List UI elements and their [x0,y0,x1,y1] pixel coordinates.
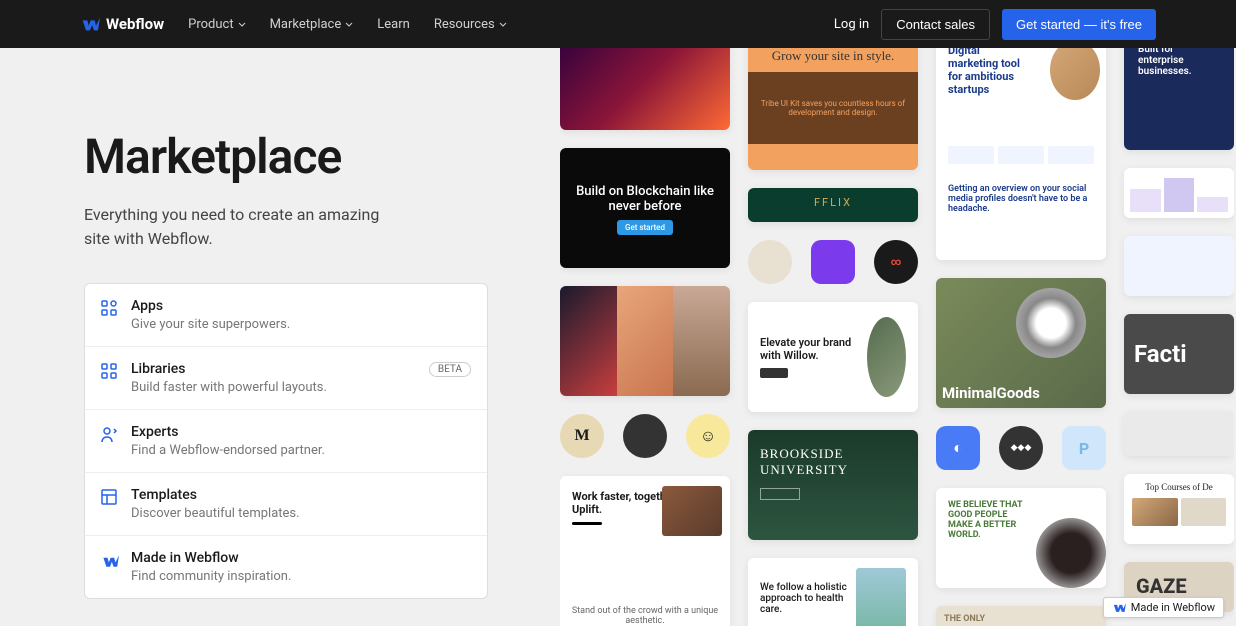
card-title: Apps [131,298,163,314]
tile-enterprise[interactable]: Built for enterprise businesses. [1124,48,1234,150]
gallery-col-4: Built for enterprise businesses. Facti T… [1124,48,1234,626]
tile-grow[interactable]: Grow your site in style. Tribe UI Kit sa… [748,48,918,170]
made-in-webflow-badge[interactable]: Made in Webflow [1103,597,1224,618]
tile-gradient[interactable] [560,48,730,130]
nav-product[interactable]: Product [188,17,245,32]
tile-brookside[interactable]: BROOKSIDE UNIVERSITY [748,430,918,540]
contact-sales-button[interactable]: Contact sales [881,9,990,40]
brand-name: Webflow [106,15,164,33]
login-link[interactable]: Log in [834,17,869,32]
card-title: Experts [131,424,178,440]
libraries-icon [101,363,119,381]
tile-generic[interactable] [1124,236,1234,296]
get-started-button[interactable]: Get started — it's free [1002,9,1156,40]
tile-uplift[interactable]: Work faster, together with Uplift. Stand… [560,476,730,626]
webflow-logo-icon [80,17,100,31]
tile-factions[interactable]: Facti [1124,314,1234,394]
card-libraries[interactable]: Libraries BETA Build faster with powerfu… [85,347,487,410]
webflow-icon [1112,603,1126,612]
experts-icon [101,426,119,444]
gauge-icon[interactable]: ◐ [936,426,980,470]
gallery-col-1: Build on Blockchain like never before Ge… [560,48,730,626]
chevron-down-icon [238,22,246,27]
nav-resources[interactable]: Resources [434,17,507,32]
left-column: Marketplace Everything you need to creat… [0,48,520,626]
navbar: Webflow Product Marketplace Learn Resour… [0,0,1236,48]
icon-row: ◐ ◆◆◆ P [936,426,1106,470]
page-title: Marketplace [84,128,500,185]
nav-marketplace[interactable]: Marketplace [270,17,354,32]
card-made-in-webflow[interactable]: Made in Webflow Find community inspirati… [85,536,487,598]
webflow-icon [101,552,119,570]
templates-icon [101,489,119,507]
card-desc: Find community inspiration. [131,569,471,584]
gallery: Build on Blockchain like never before Ge… [560,48,1234,626]
avatar[interactable] [623,414,667,458]
category-list: Apps Give your site superpowers. Librari… [84,283,488,599]
avatar-row: M ☺ [560,414,730,458]
chevron-down-icon [345,22,353,27]
nav-learn[interactable]: Learn [377,17,410,32]
tile-willow[interactable]: Elevate your brand with Willow. [748,302,918,412]
card-title: Templates [131,487,197,503]
tile-triple-img[interactable] [560,286,730,396]
gallery-col-2: Grow your site in style. Tribe UI Kit sa… [748,48,918,626]
nav-right: Log in Contact sales Get started — it's … [834,9,1156,40]
tile-marketing[interactable]: Digital marketing tool for ambitious sta… [936,48,1106,260]
tile-only[interactable]: THE ONLY [936,606,1106,626]
avatar[interactable]: M [560,414,604,458]
card-experts[interactable]: Experts Find a Webflow-endorsed partner. [85,410,487,473]
tile-blockchain[interactable]: Build on Blockchain like never before Ge… [560,148,730,268]
app-icon[interactable]: ∞ [874,240,918,284]
main: Marketplace Everything you need to creat… [0,48,1236,626]
card-desc: Build faster with powerful layouts. [131,380,471,395]
page-subtitle: Everything you need to create an amazing… [84,203,384,251]
card-apps[interactable]: Apps Give your site superpowers. [85,284,487,347]
tile-believe[interactable]: WE BELIEVE THAT GOOD PEOPLE MAKE A BETTE… [936,488,1106,588]
beta-badge: BETA [429,362,471,377]
dots-icon[interactable]: ◆◆◆ [999,426,1043,470]
nav-left: Webflow Product Marketplace Learn Resour… [80,15,507,33]
card-desc: Give your site superpowers. [131,317,471,332]
gallery-col-3: Digital marketing tool for ambitious sta… [936,48,1106,626]
tile-video[interactable] [1124,412,1234,456]
cta-button: Get started [617,220,673,235]
app-icon[interactable]: P [1062,426,1106,470]
card-templates[interactable]: Templates Discover beautiful templates. [85,473,487,536]
card-title: Libraries [131,361,185,377]
tile-health[interactable]: We follow a holistic approach to health … [748,558,918,626]
chevron-down-icon [499,22,507,27]
card-desc: Find a Webflow-endorsed partner. [131,443,471,458]
tile-minimalgoods[interactable]: MinimalGoods [936,278,1106,408]
apps-icon [101,300,119,318]
avatar[interactable] [748,240,792,284]
tile-courses[interactable]: Top Courses of De [1124,474,1234,544]
avatar-smiley-icon[interactable]: ☺ [686,414,730,458]
card-desc: Discover beautiful templates. [131,506,471,521]
tile-chart[interactable] [1124,168,1234,218]
logo[interactable]: Webflow [80,15,164,33]
app-icon[interactable] [811,240,855,284]
avatar-row: ∞ [748,240,918,284]
card-title: Made in Webflow [131,550,239,566]
tile-fflix[interactable]: FFLIX [748,188,918,222]
